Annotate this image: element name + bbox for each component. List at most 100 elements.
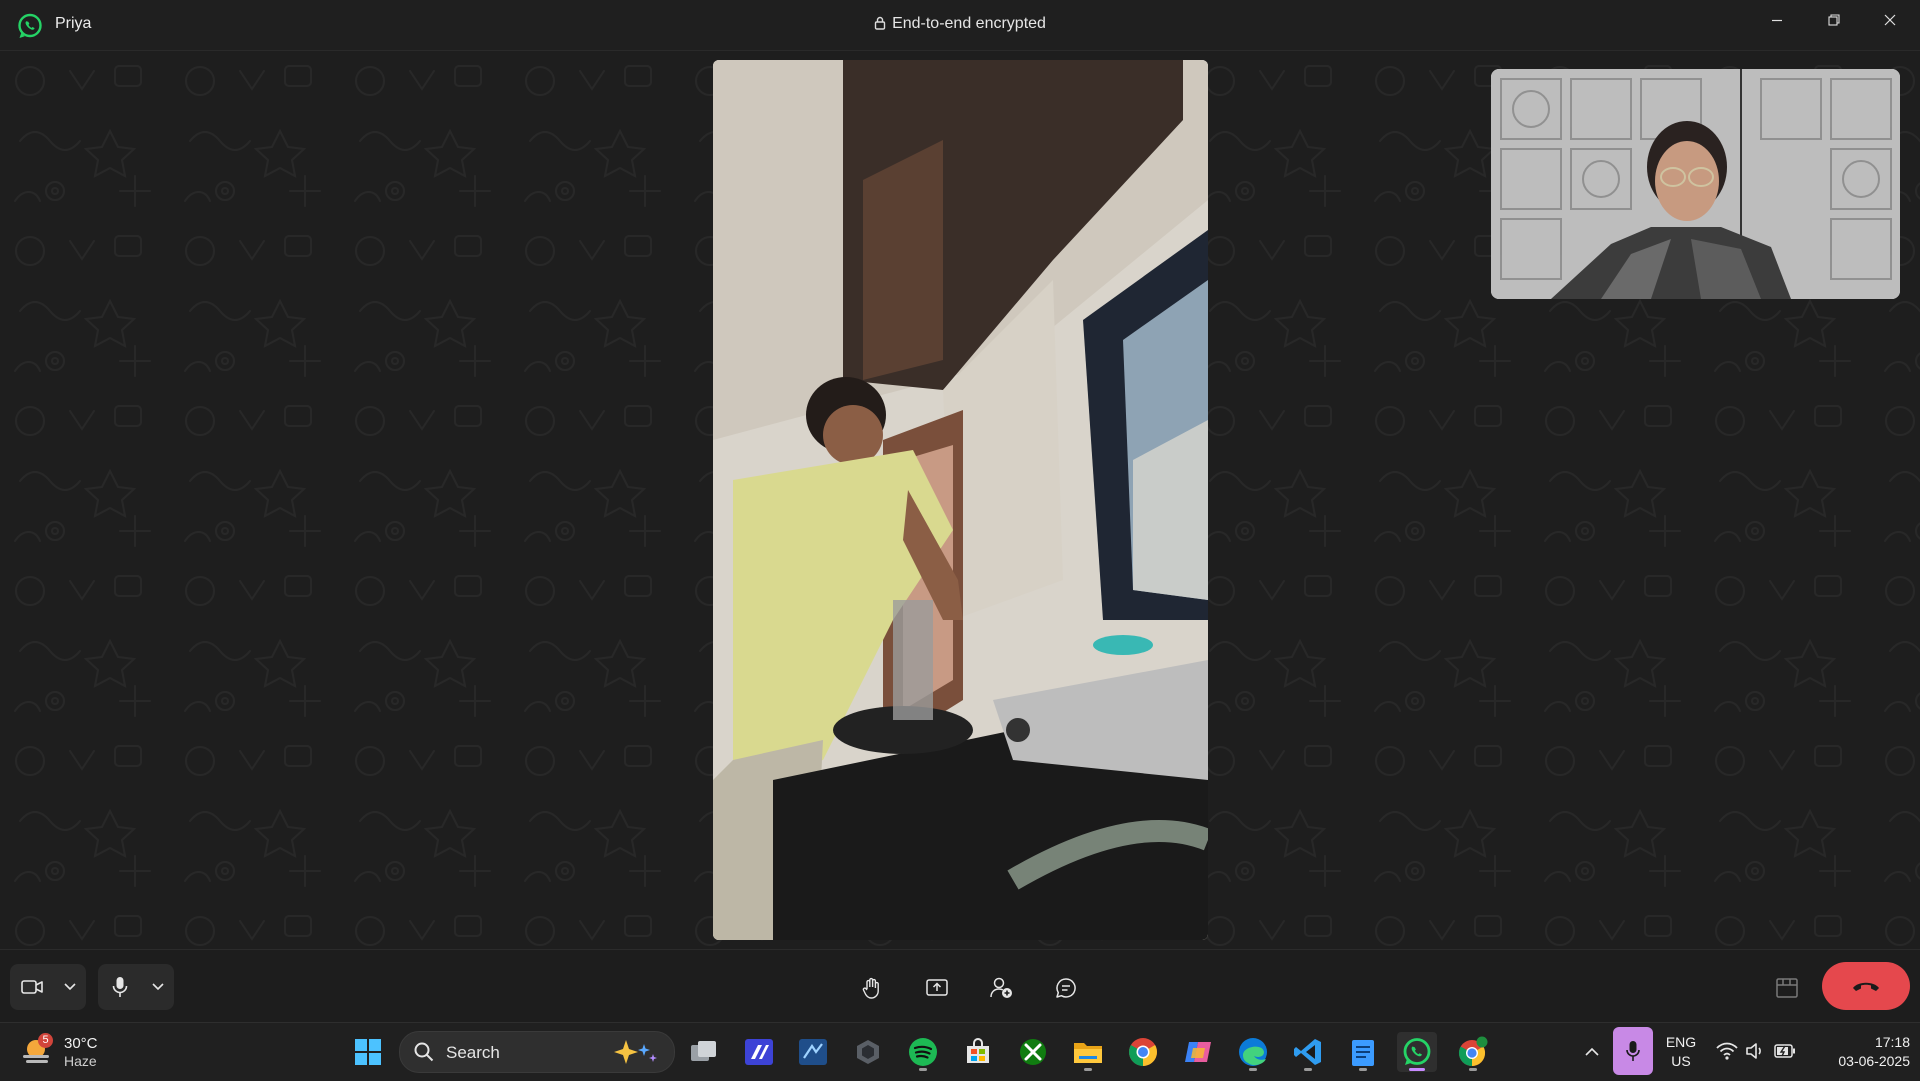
task-view-icon (691, 1041, 716, 1061)
encryption-status-text: End-to-end encrypted (892, 15, 1046, 32)
microphone-control-group (98, 964, 174, 1010)
running-indicator (1084, 1068, 1092, 1071)
edge-icon (1239, 1038, 1267, 1066)
language-region: US (1671, 1053, 1691, 1069)
chrome-icon (1129, 1038, 1157, 1066)
taskbar-app-copilot[interactable] (1178, 1032, 1218, 1072)
add-participant-icon (990, 977, 1012, 998)
running-indicator (919, 1068, 927, 1071)
chat-button[interactable] (1046, 968, 1086, 1008)
wifi-icon (1716, 1042, 1738, 1060)
share-screen-icon (926, 979, 948, 996)
network-button[interactable] (1715, 1039, 1739, 1063)
battery-button[interactable] (1773, 1039, 1797, 1063)
minimize-icon (1772, 19, 1782, 22)
taskbar-app-whatsapp[interactable] (1397, 1032, 1437, 1072)
taskbar-app-edge[interactable] (1233, 1032, 1273, 1072)
remote-video-frame (713, 60, 1208, 940)
taskbar-app-unity[interactable] (848, 1032, 888, 1072)
whatsapp-icon (1403, 1038, 1431, 1065)
chevron-down-icon (152, 983, 164, 991)
chrome-profile-icon (1458, 1036, 1488, 1067)
raise-hand-button[interactable] (852, 968, 892, 1008)
running-indicator (1359, 1068, 1367, 1071)
taskbar-app-file-explorer[interactable] (1068, 1032, 1108, 1072)
remote-participant-video (713, 60, 1208, 940)
taskbar-app-microsoft-store[interactable] (958, 1032, 998, 1072)
chat-icon (1056, 978, 1076, 998)
call-controls-bar (0, 949, 1920, 1022)
system-clock[interactable]: 17:18 03-06-2025 (1810, 1033, 1910, 1071)
video-camera-icon (21, 980, 43, 994)
self-view-frame (1491, 69, 1900, 299)
end-call-button[interactable] (1822, 962, 1910, 1010)
notepad-icon (1352, 1040, 1374, 1066)
minimize-button[interactable] (1749, 0, 1805, 40)
taskbar-app-powerapps[interactable] (739, 1032, 779, 1072)
show-hidden-icons-button[interactable] (1580, 1039, 1604, 1063)
weather-alert-badge: 5 (38, 1033, 53, 1048)
spotify-icon (909, 1038, 937, 1066)
powerapps-icon (745, 1039, 773, 1065)
microphone-icon (112, 977, 128, 997)
taskbar-app-spotify[interactable] (903, 1032, 943, 1072)
add-participant-button[interactable] (981, 968, 1021, 1008)
encryption-indicator: End-to-end encrypted (0, 15, 1920, 33)
taskbar-app-vscode[interactable] (1288, 1032, 1328, 1072)
microphone-options-dropdown[interactable] (142, 964, 174, 1010)
chevron-up-icon (1585, 1047, 1599, 1056)
taskbar-search-box[interactable]: Search (399, 1031, 675, 1073)
speaker-icon (1746, 1043, 1761, 1059)
running-indicator (1249, 1068, 1257, 1071)
end-call-icon (1853, 982, 1879, 991)
copilot-icon (1185, 1042, 1211, 1062)
lock-icon (874, 16, 886, 30)
task-view-button[interactable] (684, 1032, 724, 1072)
taskbar-app-notepad[interactable] (1343, 1032, 1383, 1072)
layout-icon (1776, 978, 1798, 998)
windows-start-icon (355, 1039, 381, 1065)
taskbar-app-chrome-profile[interactable] (1453, 1032, 1493, 1072)
microsoft-store-icon (967, 1038, 989, 1063)
taskbar-app-chrome[interactable] (1123, 1032, 1163, 1072)
camera-toggle-button[interactable] (10, 964, 54, 1010)
local-camera-preview (1491, 69, 1900, 299)
taskbar-app-xbox[interactable] (1013, 1032, 1053, 1072)
restore-button[interactable] (1806, 0, 1862, 40)
title-bar: Priya End-to-end encrypted (0, 0, 1920, 51)
close-button[interactable] (1862, 0, 1918, 40)
share-screen-button[interactable] (917, 968, 957, 1008)
running-indicator (1304, 1068, 1312, 1071)
weather-temperature: 30°C (64, 1035, 98, 1052)
clock-time: 17:18 (1874, 1034, 1910, 1050)
taskbar-app-remote-desktop[interactable] (793, 1032, 833, 1072)
search-label: Search (446, 1043, 500, 1062)
call-stage (0, 51, 1920, 949)
language-code: ENG (1665, 1034, 1697, 1050)
raise-hand-icon (862, 977, 879, 999)
volume-button[interactable] (1743, 1039, 1767, 1063)
start-button[interactable] (348, 1032, 388, 1072)
layout-button[interactable] (1767, 968, 1807, 1008)
close-icon (1884, 14, 1896, 26)
weather-condition: Haze (64, 1053, 97, 1069)
clock-date: 03-06-2025 (1838, 1053, 1910, 1069)
microphone-in-use-indicator[interactable] (1613, 1027, 1653, 1075)
weather-widget[interactable]: 5 30°C Haze (20, 1031, 140, 1073)
active-indicator (1409, 1068, 1425, 1071)
vscode-icon (1294, 1039, 1321, 1065)
camera-options-dropdown[interactable] (54, 964, 86, 1010)
microphone-icon (1626, 1041, 1640, 1061)
restore-icon (1828, 14, 1840, 26)
chevron-down-icon (64, 983, 76, 991)
microphone-toggle-button[interactable] (98, 964, 142, 1010)
camera-control-group (10, 964, 86, 1010)
search-icon (414, 1042, 434, 1062)
xbox-icon (1020, 1039, 1046, 1065)
sparkle-icon (614, 1040, 657, 1064)
remote-desktop-icon (799, 1039, 827, 1065)
folder-icon (1074, 1043, 1102, 1063)
windows-taskbar: 5 30°C Haze Search ENG US 17:18 03-06-20… (0, 1022, 1920, 1081)
input-language-indicator[interactable]: ENG US (1664, 1033, 1698, 1071)
unity-icon (857, 1040, 879, 1064)
